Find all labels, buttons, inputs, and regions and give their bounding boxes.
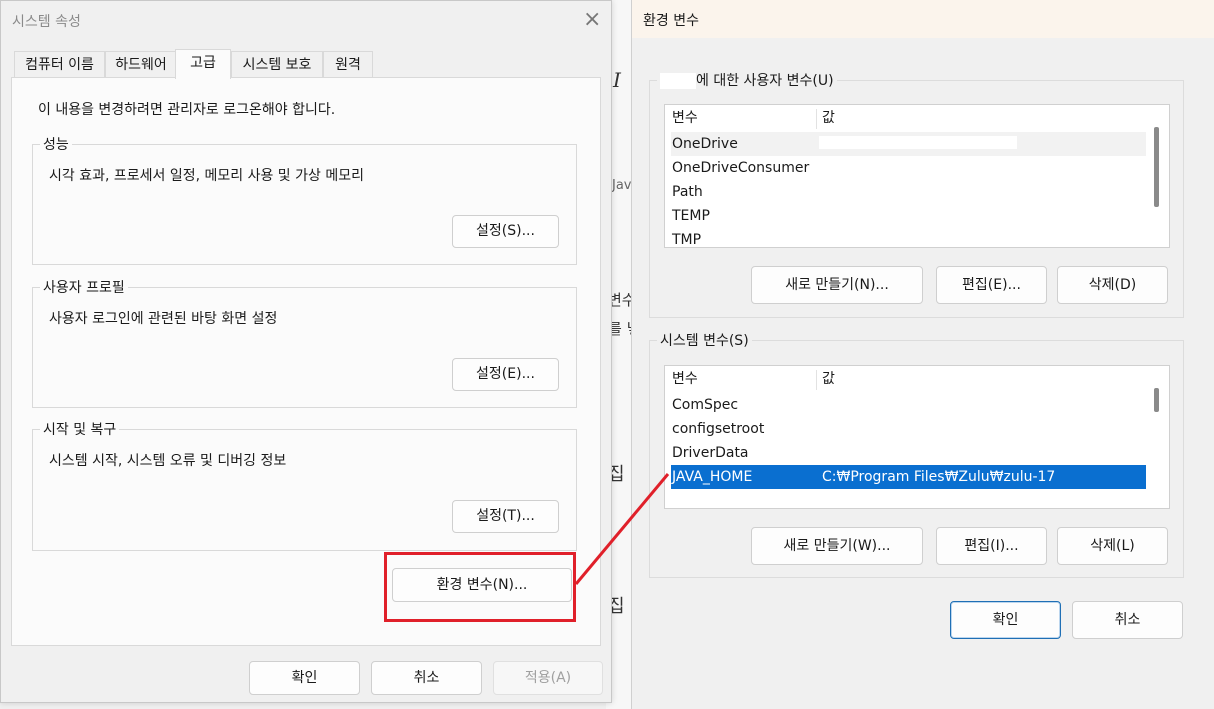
highlight-arrow-line bbox=[574, 473, 670, 585]
tab-advanced[interactable]: 고급 bbox=[175, 49, 231, 79]
highlight-connector bbox=[574, 473, 670, 585]
